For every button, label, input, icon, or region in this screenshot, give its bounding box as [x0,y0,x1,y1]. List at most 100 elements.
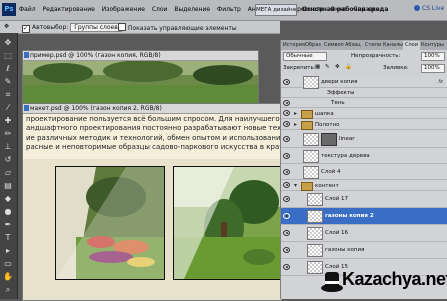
visibility-eye-icon[interactable] [283,136,290,142]
visibility-eye-icon[interactable] [283,121,290,127]
quick-select-tool-icon[interactable]: ✎ [2,76,14,88]
layer-row-selected[interactable]: газоны копия 2 [281,208,447,225]
hand-tool-icon[interactable]: ✋ [2,271,14,283]
shape-tool-icon[interactable]: ▭ [2,258,14,270]
menu-select[interactable]: Выделение [174,6,210,13]
visibility-eye-icon[interactable] [283,110,290,116]
layer-name: шапка [315,111,334,117]
layer-row[interactable]: Слой 17 [281,191,447,208]
marquee-tool-icon[interactable]: ⬚ [2,50,14,62]
history-brush-tool-icon[interactable]: ↺ [2,154,14,166]
eraser-tool-icon[interactable]: ▱ [2,167,14,179]
layer-name: двери копия [321,79,358,85]
visibility-eye-icon[interactable] [283,213,290,219]
menu-edit[interactable]: Редактирование [43,6,95,13]
layer-thumbnail [303,150,319,163]
tab-history[interactable]: История [283,41,305,50]
lock-all-icon[interactable]: 🔒 [345,64,352,70]
lasso-tool-icon[interactable]: ℓ [2,63,14,75]
move-tool-icon[interactable]: ✥ [2,37,14,49]
photo-strip [23,159,281,300]
layer-row[interactable]: газоны копия [281,242,447,259]
gradient-tool-icon[interactable]: ▤ [2,180,14,192]
blend-mode-select[interactable]: Обычные [283,52,327,61]
cs-live-button[interactable]: CS Live [414,5,444,12]
visibility-eye-icon[interactable] [283,247,290,253]
lock-position-icon[interactable]: ✥ [335,64,340,70]
tab-channels[interactable]: Каналы [383,41,403,50]
dodge-tool-icon[interactable]: ● [2,206,14,218]
tab-paragraph[interactable]: Абзац [345,41,361,50]
layer-row[interactable]: Слой 4 [281,164,447,180]
visibility-eye-icon[interactable] [283,264,290,270]
eyedropper-tool-icon[interactable]: ⁄ [2,102,14,114]
pen-tool-icon[interactable]: ✒ [2,219,14,231]
healing-tool-icon[interactable]: ✚ [2,115,14,127]
visibility-eye-icon[interactable] [283,100,290,106]
show-controls-checkbox[interactable] [118,23,126,31]
watermark-hat-icon [321,272,343,292]
document-window-back[interactable]: пример.psd @ 100% (газон копия, RGB/8) [22,50,259,107]
stamp-tool-icon[interactable]: ⊥ [2,141,14,153]
fill-input[interactable]: 100% [421,64,445,73]
path-select-tool-icon[interactable]: ▸ [2,245,14,257]
lock-pixels-icon[interactable]: ✎ [325,64,330,70]
layer-row[interactable]: двери копия fx [281,76,447,89]
lock-transparency-icon[interactable]: ▦ [315,64,320,70]
layer-effect-row[interactable]: Тень [281,98,447,108]
opacity-input[interactable]: 100% [421,52,445,61]
layer-row[interactable]: linear [281,130,447,148]
tab-layers[interactable]: Слои [403,41,420,50]
blur-tool-icon[interactable]: ◆ [2,193,14,205]
zoom-tool-icon[interactable]: ⌕ [2,284,14,296]
group-collapse-icon[interactable]: ▾ [294,182,297,189]
menu-layer[interactable]: Слои [152,6,168,13]
brush-tool-icon[interactable]: ✏ [2,128,14,140]
workspace-switcher[interactable]: Основная рабочая среда [302,6,388,13]
document-icon [24,52,29,58]
document-window-front[interactable]: макет.psd @ 100% (газон копия 2, RGB/8) … [22,103,282,301]
document-tab-front[interactable]: макет.psd @ 100% (газон копия 2, RGB/8) [23,104,281,114]
show-controls-option[interactable]: Показать управляющие элементы [118,23,237,32]
layer-thumbnail [307,244,323,257]
group-expand-icon[interactable]: ▸ [294,121,297,128]
crop-tool-icon[interactable]: ⌗ [2,89,14,101]
layer-name: linear [339,136,355,142]
tab-styles[interactable]: Стили [365,41,381,50]
visibility-eye-icon[interactable] [283,153,290,159]
layer-thumbnail [307,193,323,206]
move-tool-icon[interactable]: ✥ [4,23,9,30]
layer-group-row[interactable]: ▾ контент [281,180,447,191]
menu-filter[interactable]: Фильтр [217,6,241,13]
watermark-text: Kazachya.net [342,269,447,289]
visibility-eye-icon[interactable] [283,182,290,188]
type-tool-icon[interactable]: T [2,232,14,244]
tab-samples[interactable]: Образ [305,41,321,50]
group-expand-icon[interactable]: ▸ [294,110,297,117]
menu-image[interactable]: Изображение [102,6,145,13]
autoselect-select[interactable]: Группы слоев [70,23,122,32]
autoselect-option[interactable]: Автовыбор: Группы слоев [22,23,122,33]
document-tab-back[interactable]: пример.psd @ 100% (газон копия, RGB/8) [23,51,258,61]
layer-row[interactable]: текстура дерева [281,148,447,164]
autoselect-label: Автовыбор: [32,24,69,31]
visibility-eye-icon[interactable] [283,196,290,202]
document-canvas-back[interactable] [23,60,258,106]
document-canvas-front[interactable]: проектирование пользуется всё большим сп… [23,114,281,300]
layer-group-row[interactable]: ▸ Полотно [281,119,447,130]
document-icon [24,105,29,111]
layer-row[interactable]: Слой 16 [281,225,447,242]
visibility-eye-icon[interactable] [283,169,290,175]
layer-group-row[interactable]: ▸ шапка [281,108,447,119]
tab-paths[interactable]: Контуры [421,41,444,50]
autoselect-checkbox[interactable] [22,25,30,33]
tab-character[interactable]: Символ [324,41,344,50]
layer-mask-thumbnail[interactable] [321,133,337,146]
layer-name: газоны копия 2 [325,213,374,219]
layer-effects-row[interactable]: Эффекты [281,88,447,98]
menu-file[interactable]: Файл [19,6,36,13]
visibility-eye-icon[interactable] [283,79,290,85]
visibility-eye-icon[interactable] [283,230,290,236]
layer-fx-icon[interactable]: fx [438,79,443,85]
text-line: ие различных методик и технологий, обмен… [26,133,280,142]
